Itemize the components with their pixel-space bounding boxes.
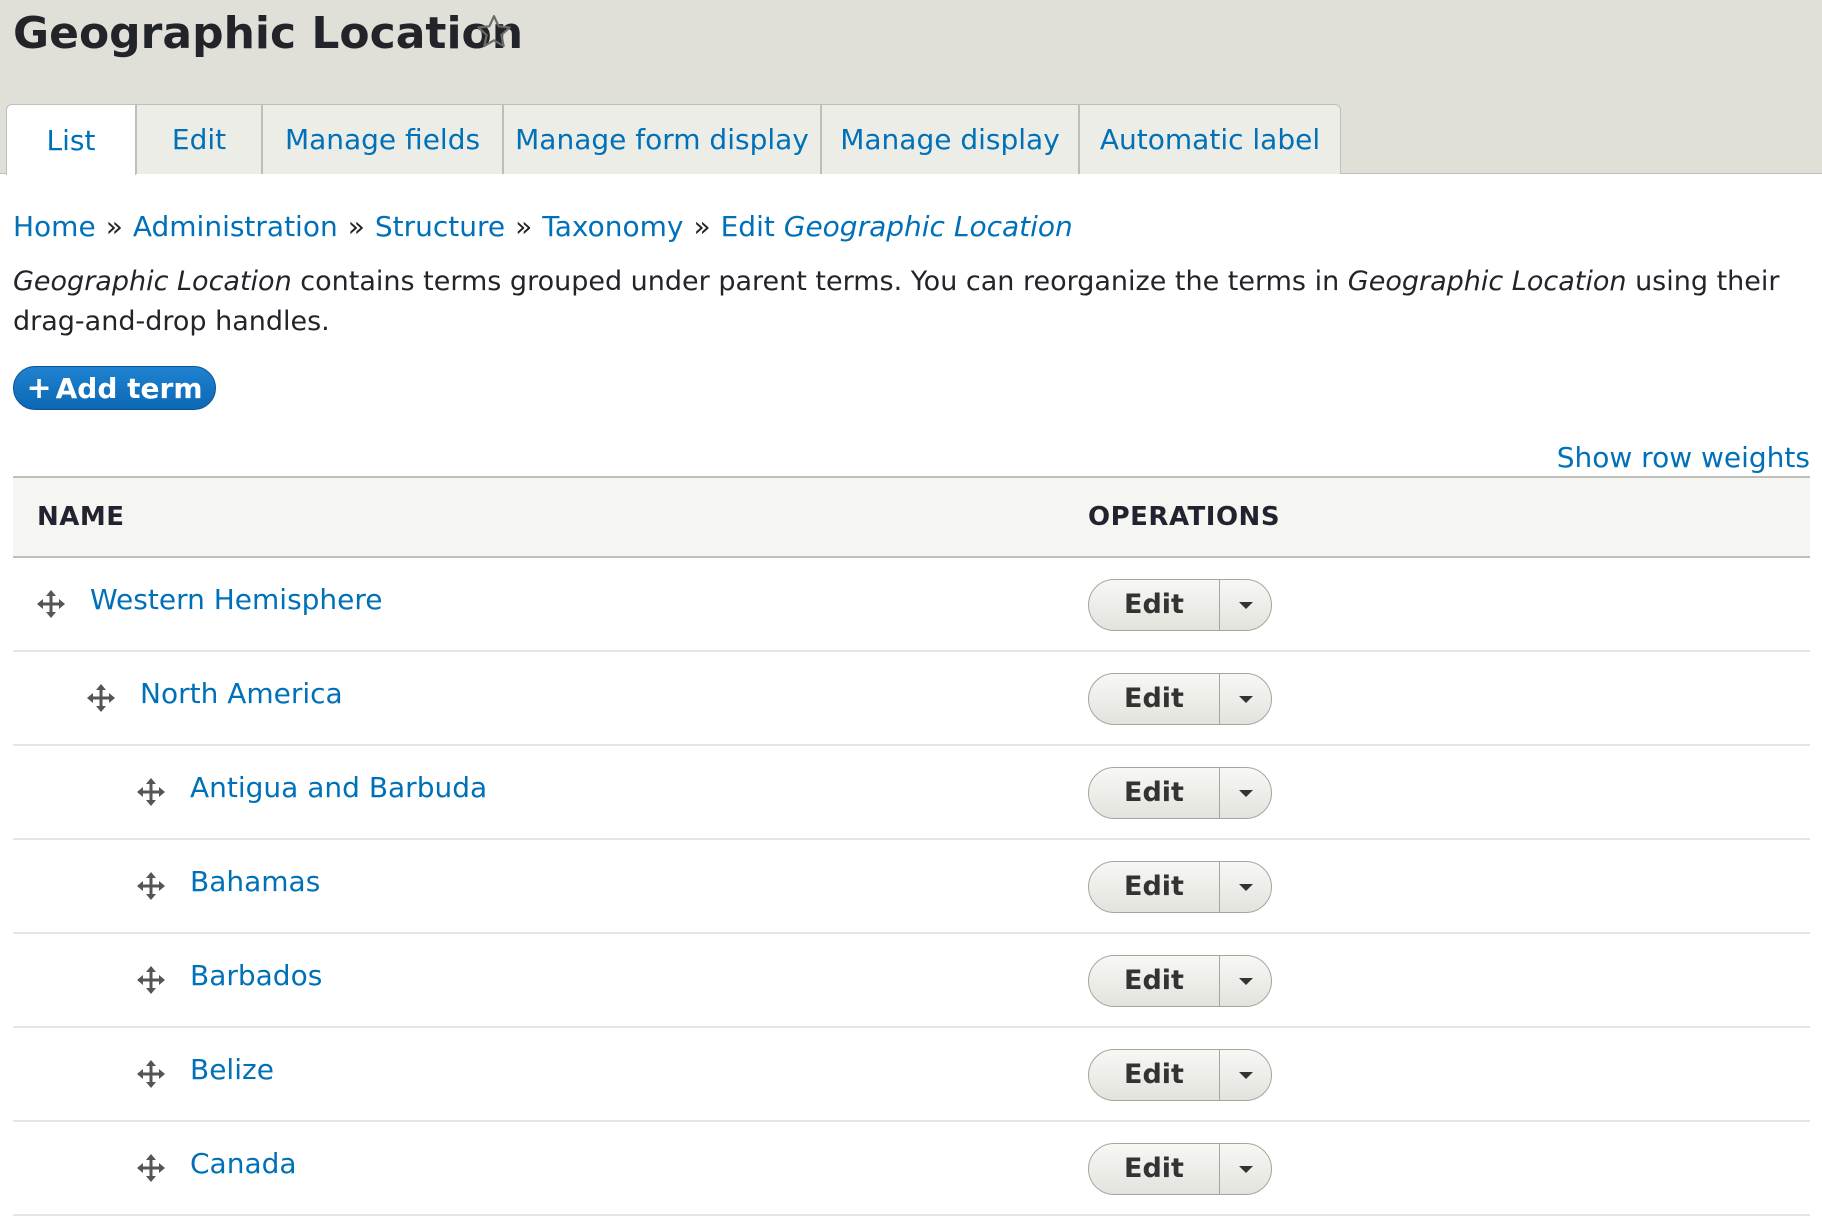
- edit-button[interactable]: Edit: [1089, 1144, 1220, 1194]
- edit-button[interactable]: Edit: [1089, 768, 1220, 818]
- tab-edit[interactable]: Edit: [136, 104, 262, 174]
- operations-dropbutton: Edit: [1088, 673, 1272, 725]
- add-term-button[interactable]: + Add term: [13, 366, 216, 410]
- caret-down-icon: [1238, 695, 1253, 703]
- column-header-operations: OPERATIONS: [1088, 502, 1281, 532]
- edit-button[interactable]: Edit: [1089, 1050, 1220, 1100]
- show-row-weights-link[interactable]: Show row weights: [1557, 438, 1810, 478]
- plus-icon: +: [26, 370, 52, 406]
- breadcrumb-separator: »: [105, 210, 123, 243]
- term-link[interactable]: Bahamas: [190, 860, 320, 904]
- page-title: Geographic Location: [13, 8, 524, 59]
- caret-down-icon: [1238, 789, 1253, 797]
- breadcrumb-edit-prefix: Edit: [720, 210, 775, 243]
- operations-dropbutton: Edit: [1088, 1049, 1272, 1101]
- tab-label: List: [46, 123, 96, 157]
- vocabulary-description: Geographic Location contains terms group…: [13, 262, 1813, 342]
- breadcrumb-administration[interactable]: Administration: [133, 210, 338, 243]
- description-text: contains terms grouped under parent term…: [291, 266, 1348, 297]
- operations-dropbutton: Edit: [1088, 767, 1272, 819]
- add-term-label: Add term: [55, 371, 203, 405]
- operations-dropbutton: Edit: [1088, 955, 1272, 1007]
- tab-manage-display[interactable]: Manage display: [821, 104, 1079, 174]
- table-row: Antigua and Barbuda Edit: [13, 746, 1810, 840]
- description-vocabulary-name: Geographic Location: [1347, 266, 1627, 297]
- dropbutton-toggle[interactable]: [1220, 674, 1271, 724]
- tab-manage-form-display[interactable]: Manage form display: [503, 104, 821, 174]
- drag-handle-icon[interactable]: [137, 966, 165, 994]
- caret-down-icon: [1238, 883, 1253, 891]
- breadcrumb-separator: »: [693, 210, 711, 243]
- tab-label: Automatic label: [1099, 123, 1321, 156]
- terms-table: NAME OPERATIONS Western Hemisphere Edit No…: [13, 476, 1810, 1216]
- tab-label: Edit: [171, 123, 227, 156]
- table-row: Barbados Edit: [13, 934, 1810, 1028]
- tab-label: Manage fields: [284, 123, 481, 156]
- table-header: NAME OPERATIONS: [13, 476, 1810, 558]
- breadcrumb-separator: »: [515, 210, 533, 243]
- edit-button[interactable]: Edit: [1089, 674, 1220, 724]
- operations-dropbutton: Edit: [1088, 861, 1272, 913]
- breadcrumb-vocabulary-name: Geographic Location: [783, 210, 1073, 243]
- table-body: Western Hemisphere Edit North America Edit A…: [13, 558, 1810, 1216]
- term-link[interactable]: Antigua and Barbuda: [190, 766, 487, 810]
- drag-handle-icon[interactable]: [137, 872, 165, 900]
- breadcrumb-structure[interactable]: Structure: [375, 210, 505, 243]
- edit-button[interactable]: Edit: [1089, 580, 1220, 630]
- term-link[interactable]: Western Hemisphere: [90, 578, 383, 622]
- caret-down-icon: [1238, 1071, 1253, 1079]
- dropbutton-toggle[interactable]: [1220, 1050, 1271, 1100]
- drag-handle-icon[interactable]: [137, 1154, 165, 1182]
- operations-dropbutton: Edit: [1088, 579, 1272, 631]
- tab-list[interactable]: List: [6, 104, 136, 175]
- dropbutton-toggle[interactable]: [1220, 1144, 1271, 1194]
- dropbutton-toggle[interactable]: [1220, 862, 1271, 912]
- caret-down-icon: [1238, 601, 1253, 609]
- breadcrumb-edit-vocabulary[interactable]: Edit Geographic Location: [721, 210, 1073, 243]
- drag-handle-icon[interactable]: [137, 778, 165, 806]
- table-row: Canada Edit: [13, 1122, 1810, 1216]
- edit-button[interactable]: Edit: [1089, 862, 1220, 912]
- drag-handle-icon[interactable]: [87, 684, 115, 712]
- breadcrumb-home[interactable]: Home: [13, 210, 96, 243]
- dropbutton-toggle[interactable]: [1220, 768, 1271, 818]
- drag-handle-icon[interactable]: [37, 590, 65, 618]
- term-link[interactable]: North America: [140, 672, 343, 716]
- table-row: Bahamas Edit: [13, 840, 1810, 934]
- edit-button[interactable]: Edit: [1089, 956, 1220, 1006]
- breadcrumb-taxonomy[interactable]: Taxonomy: [542, 210, 683, 243]
- term-link[interactable]: Canada: [190, 1142, 297, 1186]
- tab-label: Manage form display: [515, 123, 809, 156]
- term-link[interactable]: Barbados: [190, 954, 322, 998]
- breadcrumb: Home » Administration » Structure » Taxonomy » E…: [13, 208, 1073, 246]
- drag-handle-icon[interactable]: [137, 1060, 165, 1088]
- caret-down-icon: [1238, 1165, 1253, 1173]
- operations-dropbutton: Edit: [1088, 1143, 1272, 1195]
- page-header: Geographic Location List Edit Manage fie…: [0, 0, 1822, 175]
- description-vocabulary-name: Geographic Location: [13, 266, 292, 297]
- breadcrumb-separator: »: [347, 210, 365, 243]
- dropbutton-toggle[interactable]: [1220, 956, 1271, 1006]
- tab-label: Manage display: [840, 123, 1060, 156]
- tab-manage-fields[interactable]: Manage fields: [262, 104, 503, 174]
- column-header-name: NAME: [37, 502, 125, 532]
- caret-down-icon: [1238, 977, 1253, 985]
- tab-automatic-label[interactable]: Automatic label: [1079, 104, 1341, 174]
- table-row: North America Edit: [13, 652, 1810, 746]
- table-row: Western Hemisphere Edit: [13, 558, 1810, 652]
- dropbutton-toggle[interactable]: [1220, 580, 1271, 630]
- table-row: Belize Edit: [13, 1028, 1810, 1122]
- star-outline-icon[interactable]: [474, 12, 514, 52]
- term-link[interactable]: Belize: [190, 1048, 274, 1092]
